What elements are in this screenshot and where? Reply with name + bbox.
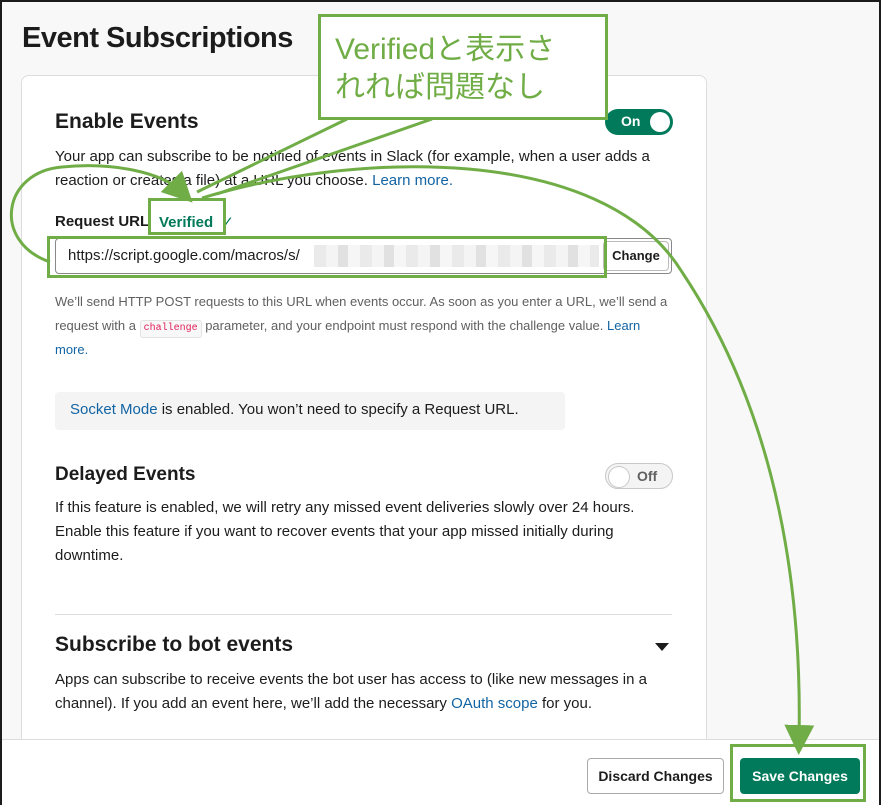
annotation-arrows [9,117,815,755]
annotation-callout: Verifiedと表示さ れれば問題なし [318,14,608,120]
